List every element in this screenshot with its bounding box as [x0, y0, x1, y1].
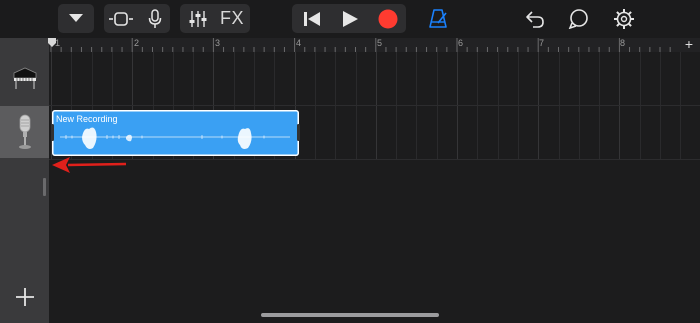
region-left-trim-handle[interactable]: [51, 124, 54, 141]
bar-number: 2: [134, 38, 140, 48]
transport-group: [292, 4, 406, 33]
add-track-button[interactable]: [14, 286, 36, 308]
view-group: [104, 4, 170, 33]
fx-label: FX: [219, 8, 244, 28]
track-header-piano[interactable]: [0, 52, 49, 104]
rewind-icon[interactable]: [294, 4, 330, 33]
track-lane-piano[interactable]: [49, 52, 700, 106]
settings-gear-icon[interactable]: [608, 4, 640, 33]
resize-handle[interactable]: [43, 178, 46, 196]
track-headers: [0, 38, 49, 323]
microphone-icon[interactable]: [142, 4, 168, 33]
region-right-trim-handle[interactable]: [297, 124, 300, 141]
tracks-timeline[interactable]: New Recording: [49, 52, 700, 323]
bar-number: 8: [620, 38, 626, 48]
waveform: [60, 127, 290, 149]
bar-number: 4: [296, 38, 302, 48]
mixer-group: FX: [180, 4, 250, 33]
home-indicator[interactable]: [261, 313, 439, 317]
browser-group: [58, 4, 94, 33]
metronome-icon[interactable]: [424, 4, 452, 33]
ruler-add-button[interactable]: +: [682, 37, 696, 52]
ruler-ticks: [50, 38, 671, 52]
timeline-ruler[interactable]: 1 2 3 4 5 6 7 8 +: [48, 37, 700, 53]
plus-icon: [16, 288, 34, 306]
track-header-audio-recorder[interactable]: [0, 106, 49, 158]
microphone-icon: [18, 114, 31, 149]
bar-number: 5: [377, 38, 383, 48]
bar-number: 1: [55, 38, 61, 48]
record-icon[interactable]: [370, 4, 406, 33]
loop-icon[interactable]: [564, 4, 594, 33]
red-arrow-annotation: [52, 157, 127, 173]
piano-icon: [13, 67, 36, 89]
dropdown-triangle-icon[interactable]: [58, 4, 94, 33]
bar-number: 3: [215, 38, 221, 48]
fx-button[interactable]: FX: [216, 4, 248, 33]
bar-number: 6: [458, 38, 464, 48]
mixer-sliders-icon[interactable]: [182, 4, 214, 33]
undo-icon[interactable]: [520, 4, 550, 33]
track-view-icon[interactable]: [106, 4, 136, 33]
play-icon[interactable]: [332, 4, 368, 33]
audio-region[interactable]: New Recording: [51, 110, 300, 156]
toolbar: FX: [0, 0, 700, 38]
bar-number: 7: [539, 38, 545, 48]
